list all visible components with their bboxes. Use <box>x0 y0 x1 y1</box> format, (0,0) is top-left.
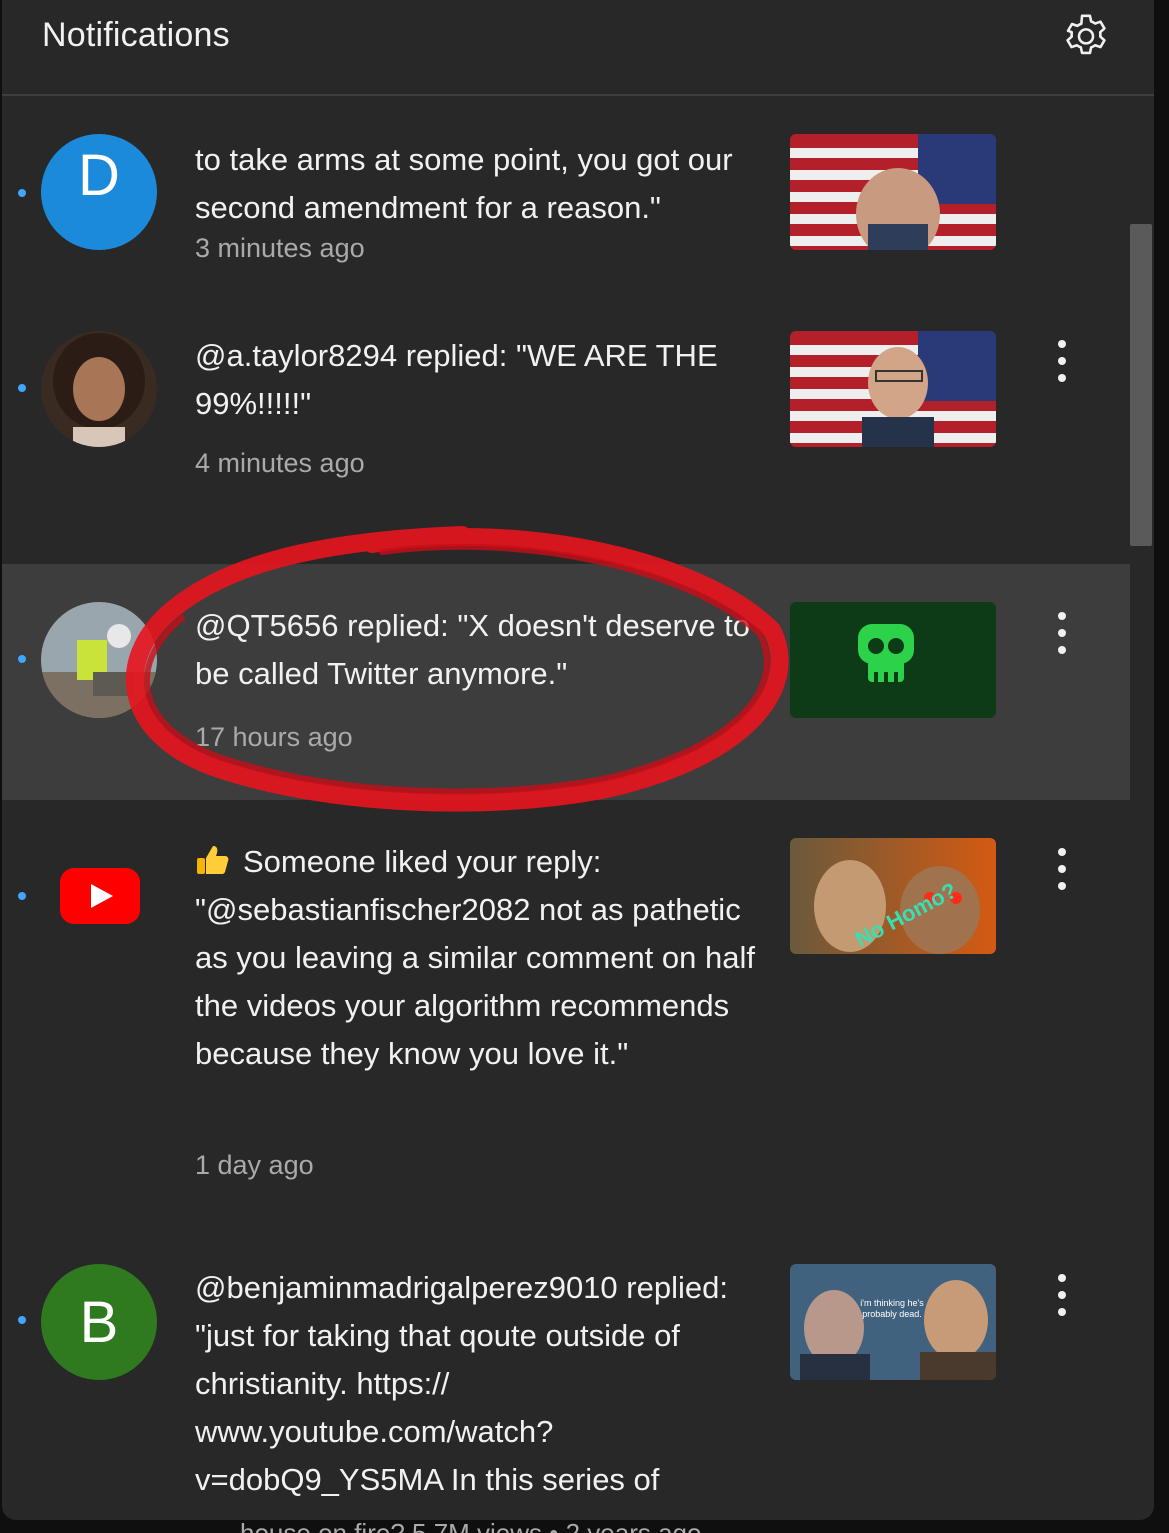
panel-title: Notifications <box>42 16 230 54</box>
video-thumbnail[interactable] <box>790 134 996 250</box>
notification-time: 1 day ago <box>195 1150 314 1180</box>
unread-dot <box>18 1316 26 1324</box>
notification-item-highlighted[interactable]: @QT5656 replied: "X doesn't deserve to b… <box>2 564 1130 800</box>
notification-list[interactable]: D to take arms at some point, you got ou… <box>2 96 1154 1520</box>
notification-message: @a.taylor8294 replied: "WE ARE THE 99%!!… <box>195 338 718 421</box>
avatar <box>41 602 157 718</box>
notification-item[interactable]: B @benjaminmadrigalperez9010 replied: "j… <box>2 1226 1130 1520</box>
meme-thumbnail-image: No Homo? <box>790 838 996 954</box>
avatar: D <box>41 134 157 250</box>
panel-header: Notifications <box>2 0 1154 96</box>
thumbnail-caption: i'm thinking he's probably dead. <box>860 1298 924 1319</box>
notification-time: 3 minutes ago <box>195 233 365 263</box>
avatar <box>41 331 157 447</box>
unread-dot <box>18 189 26 197</box>
user-photo-avatar <box>41 331 157 447</box>
background-video-metadata: house on fire? 5.7M views • 2 years ago <box>240 1518 702 1533</box>
thumbs-up-icon <box>195 842 229 874</box>
video-thumbnail[interactable]: No Homo? <box>790 838 996 954</box>
more-options-button[interactable] <box>1046 1272 1078 1320</box>
user-photo-avatar <box>41 602 157 718</box>
unread-dot <box>18 892 26 900</box>
avatar-letter: B <box>79 1289 119 1355</box>
flag-thumbnail-image <box>790 134 996 250</box>
settings-button[interactable] <box>1058 10 1114 66</box>
notification-message: Someone liked your reply: "@sebastianfis… <box>195 842 755 1071</box>
notification-item[interactable]: Someone liked your reply: "@sebastianfis… <box>2 800 1130 1226</box>
movie-still-thumbnail-image: i'm thinking he's probably dead. <box>790 1264 996 1380</box>
video-thumbnail[interactable] <box>790 602 996 718</box>
avatar: B <box>41 1264 157 1380</box>
youtube-logo-icon <box>60 868 140 924</box>
notification-item[interactable]: @a.taylor8294 replied: "WE ARE THE 99%!!… <box>2 328 1130 564</box>
skull-thumbnail-image <box>790 602 996 718</box>
more-options-button[interactable] <box>1046 610 1078 658</box>
notifications-panel: Notifications D to take arms at some poi… <box>2 0 1154 1520</box>
scrollbar-thumb[interactable] <box>1130 224 1152 546</box>
notification-message: @QT5656 replied: "X doesn't deserve to b… <box>195 608 751 691</box>
notification-item[interactable]: D to take arms at some point, you got ou… <box>2 96 1130 328</box>
notification-time: 4 minutes ago <box>195 448 365 478</box>
video-thumbnail[interactable] <box>790 331 996 447</box>
unread-dot <box>18 655 26 663</box>
gear-icon <box>1066 14 1106 55</box>
flag-thumbnail-image <box>790 331 996 447</box>
avatar-letter: D <box>78 142 120 208</box>
more-options-button[interactable] <box>1046 338 1078 386</box>
notification-time: 17 hours ago <box>195 722 353 752</box>
notification-message: to take arms at some point, you got our … <box>195 142 733 225</box>
unread-dot <box>18 384 26 392</box>
video-thumbnail[interactable]: i'm thinking he's probably dead. <box>790 1264 996 1380</box>
notification-message: @benjaminmadrigalperez9010 replied: "jus… <box>195 1270 728 1497</box>
more-options-button[interactable] <box>1046 846 1078 894</box>
